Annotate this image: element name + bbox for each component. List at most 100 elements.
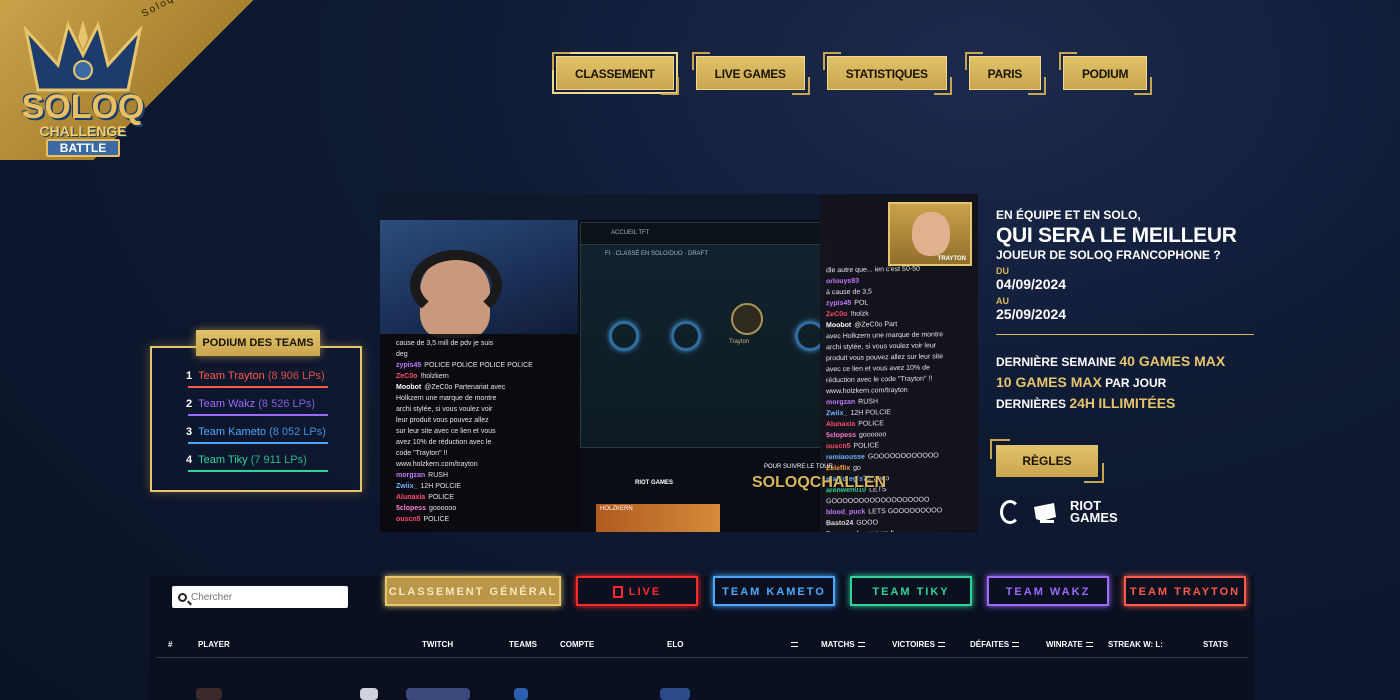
- rule-highlight: ILLIMITÉES: [1098, 395, 1176, 411]
- chat-message: Zwiix_ 12H POLCIE: [396, 481, 574, 492]
- twitch-icon[interactable]: [360, 688, 378, 700]
- podium-team-name: Team Wakz: [198, 398, 256, 410]
- sort-icon: [791, 642, 798, 648]
- col-elo[interactable]: ELO: [667, 640, 683, 649]
- main-nav: CLASSEMENT LIVE GAMES STATISTIQUES PARIS…: [552, 52, 1153, 95]
- chat-text: code "Trayton" !!: [396, 450, 448, 457]
- chat-username: zypis45: [826, 299, 852, 308]
- chat-text: à cause de 3,5: [826, 288, 872, 297]
- tab-team-kameto[interactable]: TEAM KAMETO: [713, 576, 835, 606]
- chat-username: orlouys93: [826, 277, 860, 286]
- rule-text: DERNIÈRES: [996, 397, 1067, 411]
- chat-username: Zwiix_: [396, 483, 418, 490]
- col-label: MATCHS: [821, 640, 855, 649]
- chat-message: 5clopess goooooo: [396, 503, 574, 514]
- col-defaites[interactable]: DÉFAITES: [970, 640, 1020, 649]
- chat-message: leur produit vous pouvez allez: [396, 415, 574, 426]
- col-compte[interactable]: COMPTE: [560, 640, 594, 649]
- podium-row[interactable]: 3 Team Kameto (8 052 LPs): [186, 426, 328, 444]
- nav-classement[interactable]: CLASSEMENT: [552, 52, 679, 95]
- chat-text: POLICE: [853, 442, 880, 450]
- team-icon: [514, 688, 528, 700]
- col-player[interactable]: PLAYER: [198, 640, 230, 649]
- tab-label: TEAM KAMETO: [722, 586, 826, 598]
- au-label: AU: [996, 296, 1009, 306]
- chat-username: 5clopess: [826, 431, 856, 440]
- col-winrate[interactable]: WINRATE: [1046, 640, 1093, 649]
- col-label: DÉFAITES: [970, 640, 1010, 649]
- chat-text: www.holzkern.com/trayton: [826, 386, 908, 396]
- col-matchs[interactable]: MATCHS: [821, 640, 865, 649]
- chat-message: cause de 3,5 mill de pdv je suis: [396, 338, 574, 349]
- chat-text: goooooo: [858, 431, 887, 439]
- podium-row[interactable]: 1 Team Trayton (8 906 LPs): [186, 370, 328, 388]
- riot-games-mini-logo: RIOT GAMES: [635, 480, 674, 486]
- chat-text: GOOOOOOOOOOOO: [867, 452, 939, 461]
- col-victoires[interactable]: VICTOIRES: [892, 640, 945, 649]
- col-twitch[interactable]: TWITCH: [422, 640, 453, 649]
- tab-team-trayton[interactable]: TEAM TRAYTON: [1124, 576, 1246, 606]
- rule-3: DERNIÈRES 24H ILLIMITÉES: [996, 393, 1254, 414]
- podium-row[interactable]: 2 Team Wakz (8 526 LPs): [186, 398, 328, 416]
- chat-username: remiaousse: [826, 453, 865, 462]
- search-input[interactable]: [191, 591, 341, 603]
- tab-label: CLASSEMENT GÉNÉRAL: [388, 586, 558, 598]
- col-sort-icon[interactable]: [788, 640, 798, 649]
- chat-text: avec Holkzern une marque de montre: [826, 331, 944, 341]
- streamer-webcam: [380, 220, 578, 338]
- search-box[interactable]: [172, 586, 348, 608]
- chat-message: ZeC0o !holzkern: [396, 371, 574, 382]
- col-teams[interactable]: TEAMS: [509, 640, 537, 649]
- chat-message: deg: [396, 349, 574, 360]
- col-streak[interactable]: STREAK W: L:: [1108, 640, 1163, 649]
- chat-text: gmo va b...: [866, 530, 901, 532]
- info-headline: QUI SERA LE MEILLEUR: [996, 224, 1237, 247]
- chat-username: Zwiix_: [826, 409, 848, 418]
- tab-team-tiky[interactable]: TEAM TIKY: [850, 576, 972, 606]
- col-rank[interactable]: #: [168, 640, 172, 649]
- chat-message: zypis45 POLICE POLICE POLICE POLICE: [396, 360, 574, 371]
- regles-button[interactable]: RÈGLES: [990, 439, 1104, 483]
- nav-statistiques[interactable]: STATISTIQUES: [822, 52, 952, 95]
- stream-chat-left: cause de 3,5 mill de pdv je suis deg zypis…: [380, 334, 580, 532]
- nav-podium[interactable]: PODIUM: [1058, 52, 1153, 95]
- chat-text: GOOOOOOOOOOOOOOOOOO: [826, 496, 930, 506]
- chat-username: Moobot: [826, 321, 852, 330]
- tab-team-wakz[interactable]: TEAM WAKZ: [987, 576, 1109, 606]
- podium-team-lp: (8 052 LPs): [269, 426, 326, 438]
- nav-paris[interactable]: PARIS: [964, 52, 1047, 95]
- event-info: EN ÉQUIPE ET EN SOLO, QUI SERA LE MEILLE…: [996, 208, 1254, 414]
- podium-rank: 4: [186, 454, 193, 466]
- overlay-brand: SOLOQCHALLEN: [752, 474, 887, 491]
- sponsor-banner: HOLZKERN: [596, 504, 720, 532]
- chat-message: Moobot @ZeC0o Partenariat avec: [396, 382, 574, 393]
- chat-text: POLICE POLICE POLICE POLICE: [424, 362, 533, 369]
- rule-text: DERNIÈRE SEMAINE: [996, 355, 1117, 369]
- chat-text: archi stylée, si vous voulez voir: [396, 406, 493, 413]
- chat-username: morgzan: [826, 398, 856, 407]
- info-line1: EN ÉQUIPE ET EN SOLO,: [996, 208, 1141, 222]
- twitch-badge[interactable]: [406, 688, 470, 700]
- col-stats[interactable]: STATS: [1203, 640, 1228, 649]
- chat-username: ZeC0o: [826, 310, 848, 319]
- chat-text: RUSH: [428, 472, 449, 479]
- tab-label: LIVE: [628, 586, 662, 598]
- nav-live-games[interactable]: LIVE GAMES: [691, 52, 810, 95]
- chat-username: 5clopess: [396, 505, 426, 512]
- client-top-bar: ACCUEIL TFT: [581, 223, 831, 245]
- podium-row[interactable]: 4 Team Tiky (7 911 LPs): [186, 454, 328, 472]
- sort-icon: [1012, 642, 1020, 648]
- tab-live[interactable]: LIVE: [576, 576, 698, 606]
- summoner-slot-icon: [671, 321, 701, 351]
- podium-underline: [188, 414, 328, 416]
- tab-classement-g-n-ral[interactable]: CLASSEMENT GÉNÉRAL: [385, 576, 561, 606]
- chat-username: Basto24: [826, 519, 854, 528]
- podium-team-name: Team Trayton: [198, 370, 265, 382]
- chat-text: GOOO: [856, 519, 879, 527]
- stream-player[interactable]: ACCUEIL TFT FI · CLASSÉ EN SOLO/DUO · DR…: [380, 194, 978, 532]
- chat-text: avez 10% de réduction avec le: [396, 439, 492, 446]
- sort-icon: [1085, 642, 1093, 648]
- soloq-logo[interactable]: SOLOQ CHALLENGE BATTLE: [18, 10, 148, 160]
- divider: [996, 334, 1254, 335]
- podium-team-lp: (7 911 LPs): [250, 454, 307, 466]
